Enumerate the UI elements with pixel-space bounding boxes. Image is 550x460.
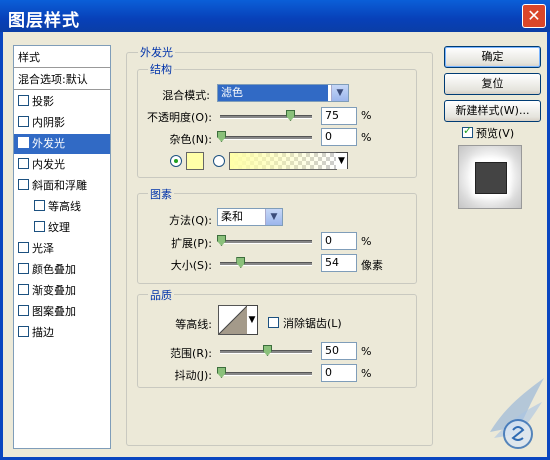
sidebar-item[interactable]: 外发光 <box>14 134 110 154</box>
sidebar-item-label: 图案叠加 <box>32 305 76 318</box>
quality-title: 品质 <box>148 287 174 303</box>
style-preview <box>458 145 522 209</box>
sidebar-item-label: 内发光 <box>32 158 65 171</box>
sidebar-item-checkbox[interactable] <box>18 116 29 127</box>
noise-unit: % <box>361 131 372 144</box>
range-label: 范围(R): <box>170 347 212 360</box>
sidebar-item-checkbox[interactable] <box>18 305 29 316</box>
sidebar-item[interactable]: 内发光 <box>14 155 110 175</box>
sidebar-item-label: 纹理 <box>48 221 70 234</box>
contour-picker-button[interactable]: ▼ <box>247 305 258 335</box>
gradient-radio[interactable] <box>213 155 225 167</box>
contour-label: 等高线: <box>175 318 212 331</box>
sidebar-item-checkbox[interactable] <box>18 179 29 190</box>
noise-slider[interactable] <box>220 136 312 140</box>
sidebar-item[interactable]: 内阴影 <box>14 113 110 133</box>
blend-options-item[interactable]: 混合选项:默认 <box>14 70 110 90</box>
sidebar-item[interactable]: 描边 <box>14 323 110 343</box>
sidebar-item-label: 外发光 <box>32 137 65 150</box>
sidebar-item[interactable]: 斜面和浮雕 <box>14 176 110 196</box>
spread-unit: % <box>361 235 372 248</box>
contour-curve-icon <box>219 306 247 334</box>
anti-alias-checkbox[interactable] <box>268 317 279 328</box>
spread-input[interactable]: 0 <box>321 232 357 250</box>
spread-slider[interactable] <box>220 240 312 244</box>
solid-color-radio[interactable] <box>170 155 182 167</box>
sidebar-item-label: 投影 <box>32 95 54 108</box>
noise-input[interactable]: 0 <box>321 128 357 146</box>
noise-label: 杂色(N): <box>169 133 212 146</box>
watermark-logo <box>490 378 544 449</box>
method-label: 方法(Q): <box>169 214 212 227</box>
sidebar-item-label: 等高线 <box>48 200 81 213</box>
glow-color-swatch[interactable] <box>186 152 204 170</box>
sidebar-item[interactable]: 颜色叠加 <box>14 260 110 280</box>
gradient-picker-button[interactable]: ▼ <box>336 152 348 169</box>
sidebar-item-label: 渐变叠加 <box>32 284 76 297</box>
size-input[interactable]: 54 <box>321 254 357 272</box>
sidebar-item-checkbox[interactable] <box>18 134 29 154</box>
new-style-button[interactable]: 新建样式(W)... <box>444 100 541 122</box>
chevron-down-icon: ▼ <box>331 85 348 101</box>
sidebar-item-checkbox[interactable] <box>18 242 29 253</box>
sidebar-item-checkbox[interactable] <box>18 326 29 337</box>
chevron-down-icon: ▼ <box>265 209 282 225</box>
sidebar-item-checkbox[interactable] <box>18 263 29 274</box>
sidebar-item-checkbox[interactable] <box>18 158 29 169</box>
anti-alias-label: 消除锯齿(L) <box>283 317 342 330</box>
sidebar-item-checkbox[interactable] <box>18 95 29 106</box>
opacity-input[interactable]: 75 <box>321 107 357 125</box>
glow-gradient-swatch[interactable] <box>229 152 337 170</box>
sidebar-item[interactable]: 等高线 <box>14 197 110 217</box>
sidebar-item-checkbox[interactable] <box>34 221 45 232</box>
sidebar-item-checkbox[interactable] <box>34 200 45 211</box>
chevron-down-icon: ▼ <box>247 306 257 334</box>
preview-checkbox[interactable] <box>462 124 473 138</box>
preview-thumbnail <box>475 162 507 194</box>
method-select[interactable]: 柔和 ▼ <box>217 208 283 226</box>
sidebar-item-label: 颜色叠加 <box>32 263 76 276</box>
sidebar-item[interactable]: 光泽 <box>14 239 110 259</box>
size-slider[interactable] <box>220 262 312 266</box>
sidebar-item[interactable]: 纹理 <box>14 218 110 238</box>
size-unit: 像素 <box>361 259 383 272</box>
window-title: 图层样式 <box>8 11 80 31</box>
sidebar-item[interactable]: 投影 <box>14 92 110 112</box>
outer-glow-title: 外发光 <box>138 44 175 60</box>
blend-mode-select[interactable]: 滤色 ▼ <box>217 84 349 102</box>
opacity-label: 不透明度(O): <box>147 111 212 124</box>
sidebar-item-checkbox[interactable] <box>18 284 29 295</box>
sidebar-item-label: 描边 <box>32 326 54 339</box>
sidebar-item-label: 斜面和浮雕 <box>32 179 87 192</box>
range-input[interactable]: 50 <box>321 342 357 360</box>
ok-button[interactable]: 确定 <box>444 46 541 68</box>
size-label: 大小(S): <box>170 259 212 272</box>
title-bar: 图层样式 ✕ <box>0 0 550 32</box>
jitter-slider[interactable] <box>220 372 312 376</box>
jitter-label: 抖动(J): <box>174 369 212 382</box>
preview-label: 预览(V) <box>476 127 515 140</box>
sidebar-item[interactable]: 渐变叠加 <box>14 281 110 301</box>
structure-title: 结构 <box>148 61 174 77</box>
jitter-input[interactable]: 0 <box>321 364 357 382</box>
styles-header[interactable]: 样式 <box>14 48 110 68</box>
jitter-unit: % <box>361 367 372 380</box>
close-button[interactable]: ✕ <box>522 4 546 28</box>
reset-button[interactable]: 复位 <box>444 73 541 95</box>
blend-mode-value: 滤色 <box>218 85 328 101</box>
sidebar-item[interactable]: 图案叠加 <box>14 302 110 322</box>
style-list: 样式 混合选项:默认 投影内阴影外发光内发光斜面和浮雕等高线纹理光泽颜色叠加渐变… <box>13 45 111 449</box>
spread-label: 扩展(P): <box>171 237 212 250</box>
chevron-down-icon: ▼ <box>336 153 347 169</box>
sidebar-item-label: 光泽 <box>32 242 54 255</box>
opacity-unit: % <box>361 109 372 122</box>
contour-preview[interactable] <box>218 305 248 335</box>
elements-title: 图素 <box>148 186 174 202</box>
sidebar-item-label: 内阴影 <box>32 116 65 129</box>
method-value: 柔和 <box>221 210 243 223</box>
range-unit: % <box>361 345 372 358</box>
blend-mode-label: 混合模式: <box>162 89 210 102</box>
opacity-slider[interactable] <box>220 115 312 119</box>
